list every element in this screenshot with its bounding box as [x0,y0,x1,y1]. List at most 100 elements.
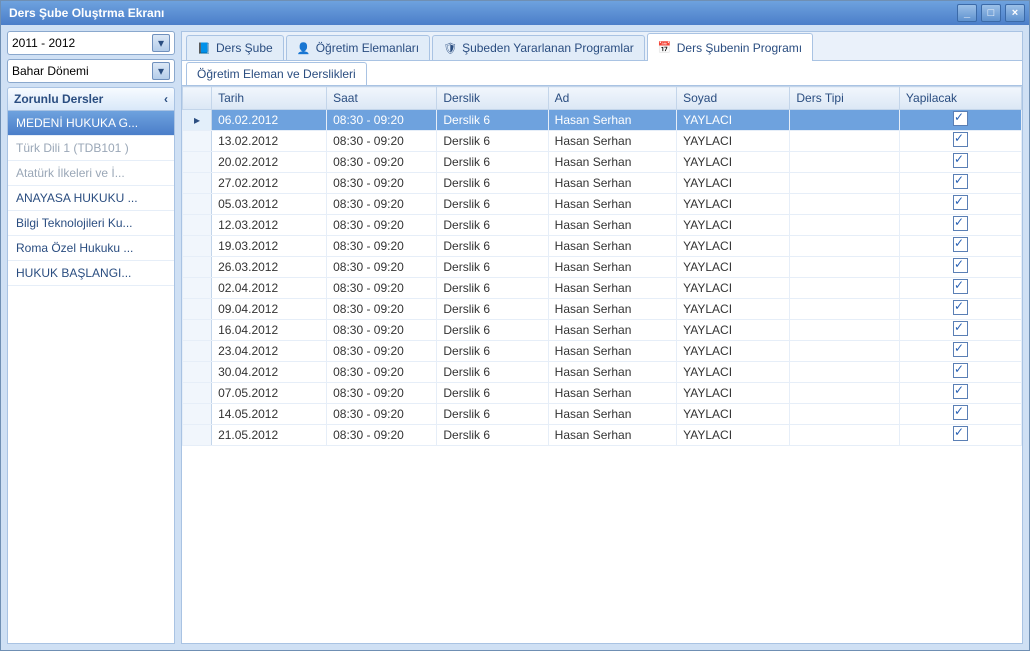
year-select[interactable]: 2011 - 2012 ▾ [7,31,175,55]
sidebar-item[interactable]: MEDENİ HUKUKA G... [8,111,174,136]
cell-yapilacak[interactable] [899,152,1021,173]
sidebar-item[interactable]: Roma Özel Hukuku ... [8,236,174,261]
checkbox-checked-icon [953,405,968,420]
cell-ad: Hasan Serhan [548,236,676,257]
cell-ad: Hasan Serhan [548,320,676,341]
cell-tipi [790,341,900,362]
maximize-button[interactable]: □ [981,4,1001,22]
right-panel: 📘Ders Şube👤Öğretim Elemanları🛡Şubeden Ya… [181,31,1023,644]
col-header[interactable]: Derslik [437,87,548,110]
table-row[interactable]: 21.05.201208:30 - 09:20Derslik 6Hasan Se… [183,425,1022,446]
tab[interactable]: 🛡Şubeden Yararlanan Programlar [432,35,645,60]
row-indicator [183,425,212,446]
cell-saat: 08:30 - 09:20 [327,404,437,425]
cell-soyad: YAYLACI [677,236,790,257]
close-button[interactable]: × [1005,4,1025,22]
cell-ad: Hasan Serhan [548,341,676,362]
cell-tipi [790,299,900,320]
row-indicator [183,173,212,194]
table-row[interactable]: 19.03.201208:30 - 09:20Derslik 6Hasan Se… [183,236,1022,257]
cell-yapilacak[interactable] [899,194,1021,215]
cell-yapilacak[interactable] [899,131,1021,152]
table-row[interactable]: 20.02.201208:30 - 09:20Derslik 6Hasan Se… [183,152,1022,173]
cell-yapilacak[interactable] [899,341,1021,362]
cell-ad: Hasan Serhan [548,173,676,194]
cell-yapilacak[interactable] [899,173,1021,194]
cell-soyad: YAYLACI [677,152,790,173]
cell-saat: 08:30 - 09:20 [327,215,437,236]
checkbox-checked-icon [953,258,968,273]
table-row[interactable]: 12.03.201208:30 - 09:20Derslik 6Hasan Se… [183,215,1022,236]
cell-tipi [790,257,900,278]
cell-yapilacak[interactable] [899,215,1021,236]
sidebar-item[interactable]: ANAYASA HUKUKU ... [8,186,174,211]
checkbox-checked-icon [953,195,968,210]
col-header[interactable]: Soyad [677,87,790,110]
cell-yapilacak[interactable] [899,110,1021,131]
table-row[interactable]: 26.03.201208:30 - 09:20Derslik 6Hasan Se… [183,257,1022,278]
tab[interactable]: 📘Ders Şube [186,35,284,60]
schedule-grid-wrap[interactable]: TarihSaatDerslikAdSoyadDers TipiYapilaca… [182,86,1022,643]
table-row[interactable]: 27.02.201208:30 - 09:20Derslik 6Hasan Se… [183,173,1022,194]
col-header[interactable]: Ad [548,87,676,110]
cell-tarih: 30.04.2012 [212,362,327,383]
sidebar-panel-header[interactable]: Zorunlu Dersler ‹ [7,87,175,111]
sidebar-item[interactable]: Türk Dili 1 (TDB101 ) [8,136,174,161]
table-row[interactable]: 13.02.201208:30 - 09:20Derslik 6Hasan Se… [183,131,1022,152]
table-row[interactable]: 14.05.201208:30 - 09:20Derslik 6Hasan Se… [183,404,1022,425]
cell-derslik: Derslik 6 [437,320,548,341]
checkbox-checked-icon [953,321,968,336]
cell-derslik: Derslik 6 [437,236,548,257]
col-header[interactable]: Saat [327,87,437,110]
cell-tipi [790,425,900,446]
cell-saat: 08:30 - 09:20 [327,362,437,383]
cell-tipi [790,131,900,152]
cell-yapilacak[interactable] [899,425,1021,446]
sidebar-item[interactable]: Atatürk İlkeleri ve İ... [8,161,174,186]
window-title: Ders Şube Oluştrma Ekranı [5,6,957,20]
cell-yapilacak[interactable] [899,299,1021,320]
cell-tarih: 09.04.2012 [212,299,327,320]
cell-tarih: 07.05.2012 [212,383,327,404]
cell-tipi [790,362,900,383]
cell-soyad: YAYLACI [677,257,790,278]
table-row[interactable]: 23.04.201208:30 - 09:20Derslik 6Hasan Se… [183,341,1022,362]
cell-tipi [790,320,900,341]
subtab-ogretim-derslik[interactable]: Öğretim Eleman ve Derslikleri [186,62,367,85]
col-header[interactable]: Yapilacak [899,87,1021,110]
row-indicator [183,341,212,362]
minimize-button[interactable]: _ [957,4,977,22]
tab-label: Öğretim Elemanları [316,41,419,55]
sidebar-item[interactable]: HUKUK BAŞLANGI... [8,261,174,286]
cell-yapilacak[interactable] [899,236,1021,257]
table-row[interactable]: 05.03.201208:30 - 09:20Derslik 6Hasan Se… [183,194,1022,215]
table-row[interactable]: 02.04.201208:30 - 09:20Derslik 6Hasan Se… [183,278,1022,299]
table-row[interactable]: 16.04.201208:30 - 09:20Derslik 6Hasan Se… [183,320,1022,341]
term-select[interactable]: Bahar Dönemi ▾ [7,59,175,83]
tab-label: Ders Şubenin Programı [677,41,802,55]
table-row[interactable]: 09.04.201208:30 - 09:20Derslik 6Hasan Se… [183,299,1022,320]
col-header[interactable]: Tarih [212,87,327,110]
cell-yapilacak[interactable] [899,278,1021,299]
table-row[interactable]: 07.05.201208:30 - 09:20Derslik 6Hasan Se… [183,383,1022,404]
tab[interactable]: 👤Öğretim Elemanları [286,35,430,60]
sidebar-item[interactable]: Bilgi Teknolojileri Ku... [8,211,174,236]
cell-yapilacak[interactable] [899,383,1021,404]
row-indicator [183,194,212,215]
table-row[interactable]: 30.04.201208:30 - 09:20Derslik 6Hasan Se… [183,362,1022,383]
tab[interactable]: 📅Ders Şubenin Programı [647,33,813,61]
cell-derslik: Derslik 6 [437,173,548,194]
cell-saat: 08:30 - 09:20 [327,194,437,215]
cell-tipi [790,152,900,173]
cell-tarih: 19.03.2012 [212,236,327,257]
cell-ad: Hasan Serhan [548,131,676,152]
col-header[interactable]: Ders Tipi [790,87,900,110]
minimize-icon: _ [964,7,970,19]
cell-yapilacak[interactable] [899,362,1021,383]
tab-label: Şubeden Yararlanan Programlar [462,41,634,55]
cell-yapilacak[interactable] [899,404,1021,425]
table-row[interactable]: ▸06.02.201208:30 - 09:20Derslik 6Hasan S… [183,110,1022,131]
cell-yapilacak[interactable] [899,257,1021,278]
cell-saat: 08:30 - 09:20 [327,236,437,257]
cell-yapilacak[interactable] [899,320,1021,341]
